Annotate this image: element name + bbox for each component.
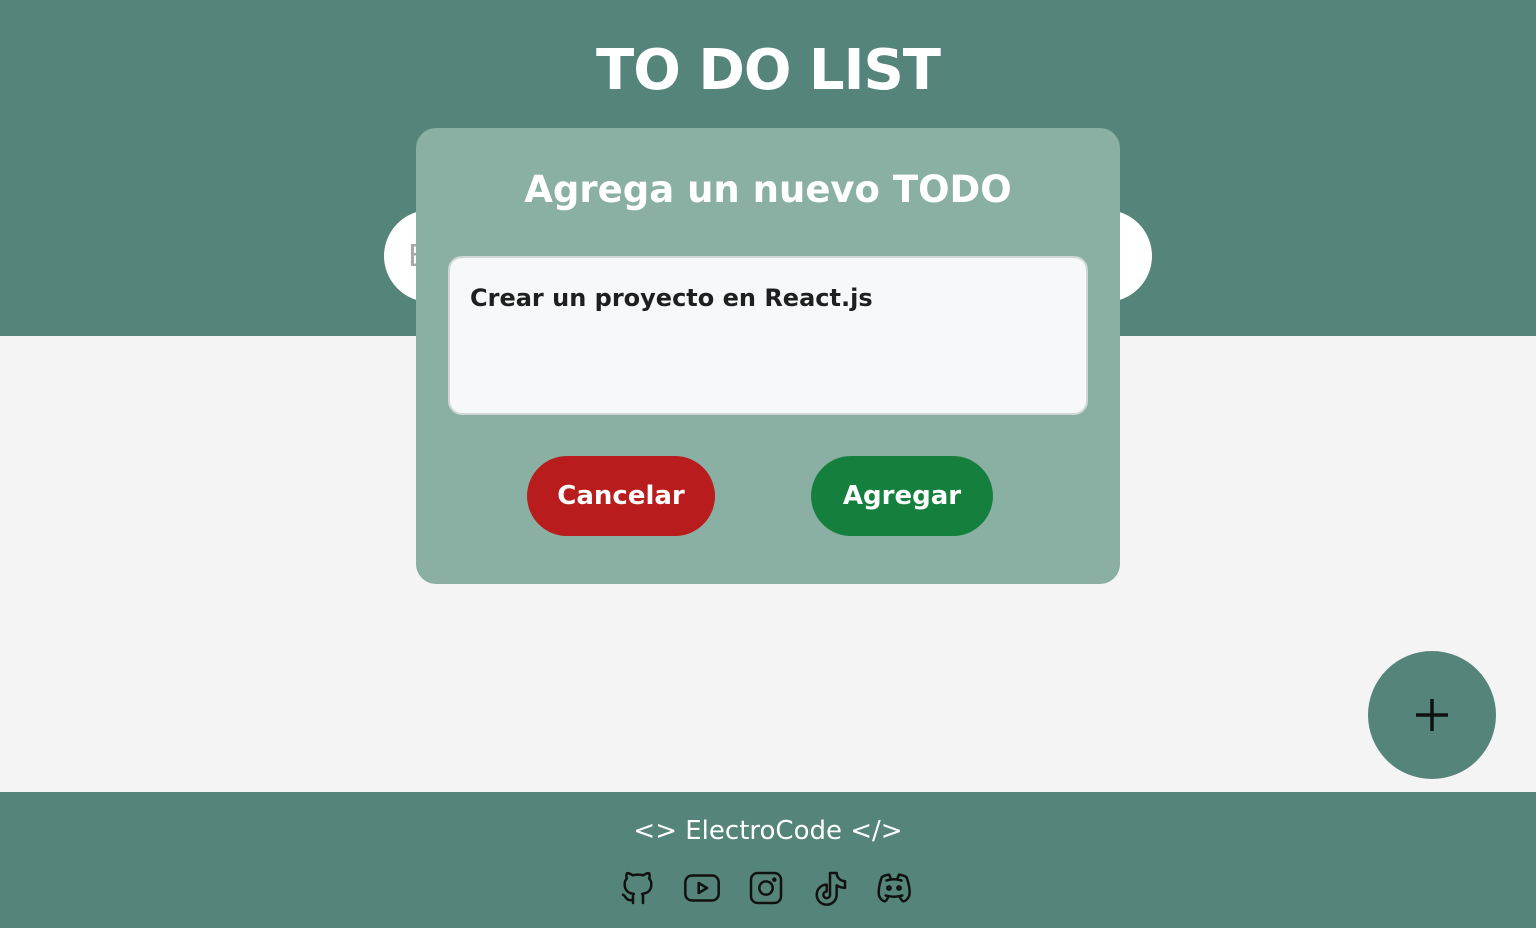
add-todo-fab[interactable]	[1368, 651, 1496, 779]
todo-textarea[interactable]	[448, 256, 1088, 415]
brand-text: <> ElectroCode </>	[633, 816, 903, 846]
social-links	[618, 868, 918, 908]
cancel-button[interactable]: Cancelar	[527, 456, 715, 536]
modal-title: Agrega un nuevo TODO	[524, 168, 1012, 211]
discord-icon[interactable]	[874, 868, 914, 908]
plus-icon	[1416, 699, 1448, 731]
youtube-icon[interactable]	[682, 868, 722, 908]
footer: <> ElectroCode </>	[0, 792, 1536, 928]
instagram-icon[interactable]	[746, 868, 786, 908]
new-todo-modal: Agrega un nuevo TODO Cancelar Agregar	[416, 128, 1120, 584]
tiktok-icon[interactable]	[810, 868, 850, 908]
app-title: TO DO LIST	[596, 38, 941, 103]
github-icon[interactable]	[618, 868, 658, 908]
add-button[interactable]: Agregar	[811, 456, 993, 536]
